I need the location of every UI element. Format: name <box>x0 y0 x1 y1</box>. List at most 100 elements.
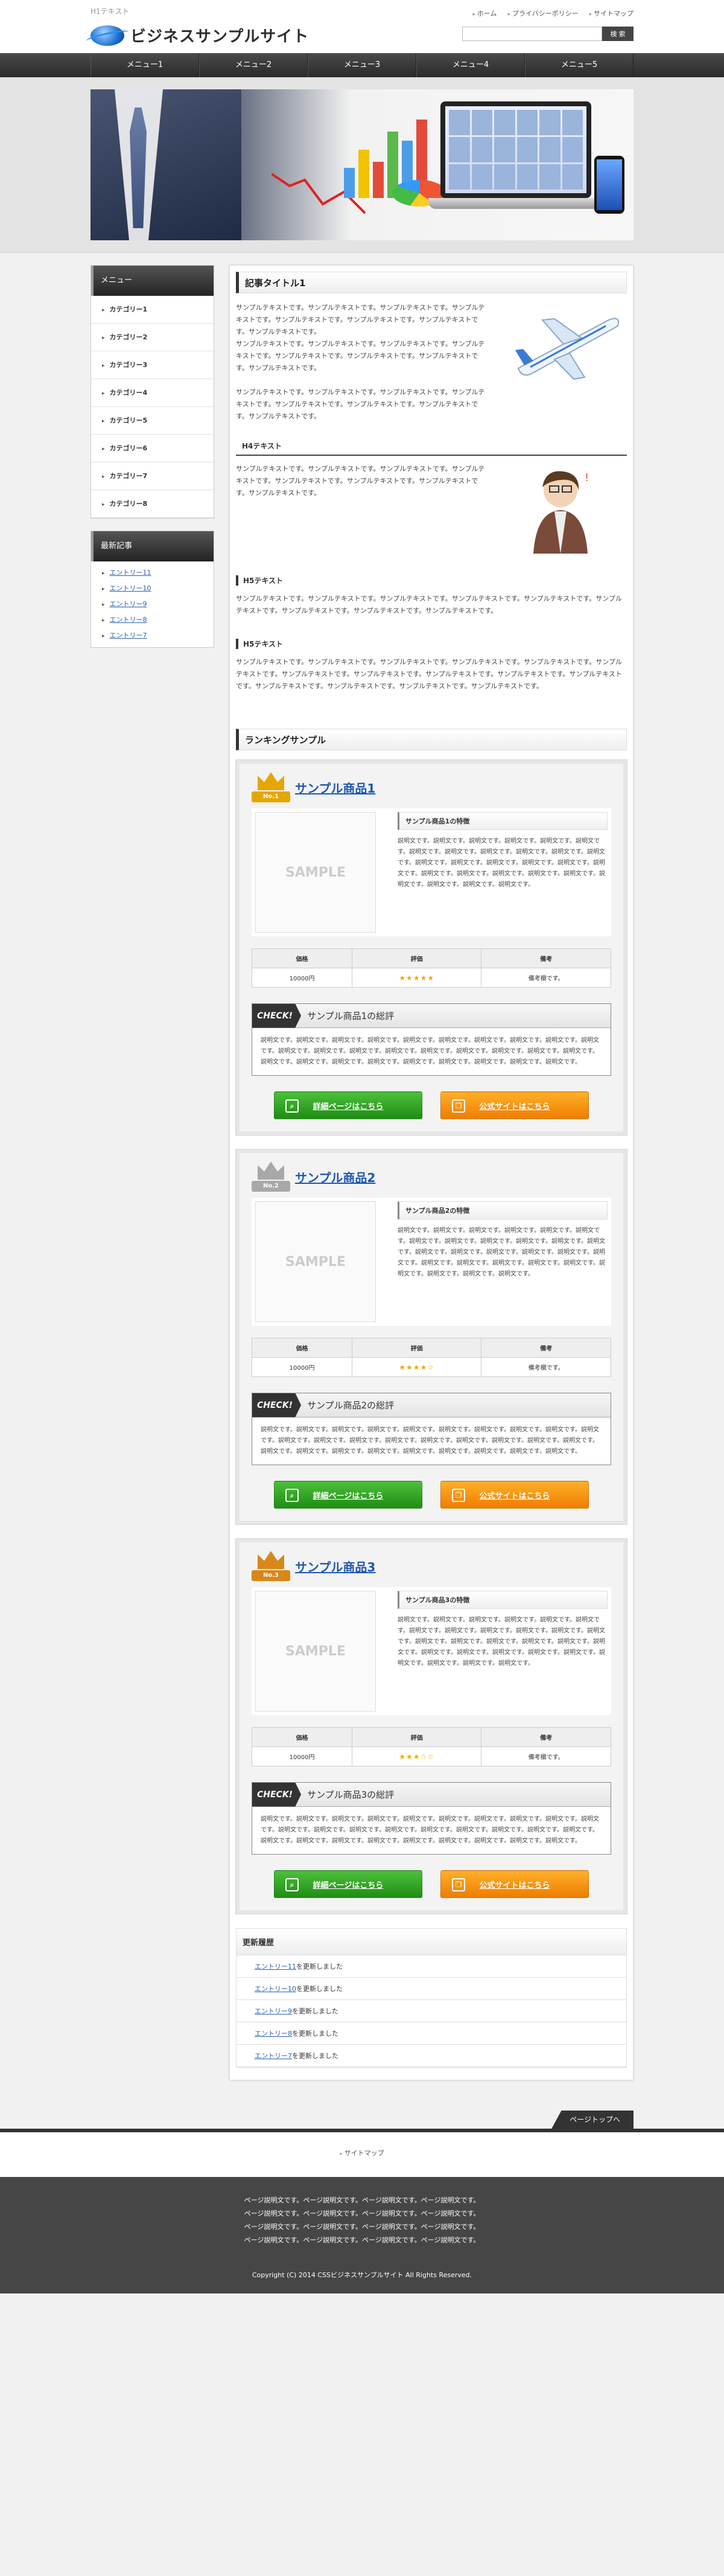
sidebar-item-category-1[interactable]: カテゴリー1 <box>91 296 214 324</box>
ranking-header: No.2 サンプル商品2 <box>252 1162 611 1192</box>
review-box: CHECK! サンプル商品1の総評 説明文です。説明文です。説明文です。説明文です… <box>252 1003 611 1076</box>
new-entry-link[interactable]: エントリー11 <box>110 569 151 577</box>
sidebar: メニュー カテゴリー1 カテゴリー2 カテゴリー3 カテゴリー4 カテゴリー5 … <box>91 265 214 660</box>
window-icon: ❐ <box>452 1878 465 1891</box>
sidebar-new-entries: 最新記事 エントリー11 エントリー10 エントリー9 エントリー8 エントリー… <box>91 531 214 648</box>
new-entry-link[interactable]: エントリー9 <box>110 600 147 608</box>
update-item: エントリー7を更新しました <box>237 2045 626 2067</box>
product-image[interactable]: SAMPLE <box>255 1591 376 1711</box>
update-entry-link[interactable]: エントリー8 <box>255 2030 292 2037</box>
svg-text:!: ! <box>585 471 589 484</box>
review-title: サンプル商品1の総評 <box>307 1011 395 1021</box>
rank-badge: No.3 <box>252 1570 290 1581</box>
th-price: 価格 <box>251 1727 353 1747</box>
new-entry-link[interactable]: エントリー10 <box>110 584 151 592</box>
product-name-link[interactable]: サンプル商品1 <box>295 779 375 796</box>
paragraph: サンプルテキストです。サンプルテキストです。サンプルテキストです。サンプルテキス… <box>236 304 485 336</box>
update-entry-link[interactable]: エントリー11 <box>255 1963 296 1970</box>
h1-text: H1テキスト <box>91 7 130 16</box>
spec-table: 価格 評価 備考 10000円 ★★★★☆ 備考欄です。 <box>251 1338 611 1377</box>
detail-page-button[interactable]: ⌕ 詳細ページはこちら <box>274 1870 422 1898</box>
product-name-link[interactable]: サンプル商品3 <box>295 1558 375 1575</box>
price-cell: 10000円 <box>251 1747 353 1766</box>
update-entry-link[interactable]: エントリー7 <box>255 2052 292 2060</box>
footer-sitemap-link[interactable]: サイトマップ <box>340 2149 384 2157</box>
gnav-item-3[interactable]: メニュー3 <box>308 53 416 77</box>
update-history-title: 更新履歴 <box>237 1929 626 1955</box>
update-entry-link[interactable]: エントリー10 <box>255 1985 296 1993</box>
top-link-privacy[interactable]: プライバシーポリシー <box>507 8 579 18</box>
ranking-list: No.1 サンプル商品1 SAMPLE サンプル商品1の特徴 説明文です。説明文… <box>235 759 627 1914</box>
official-site-button[interactable]: ❐ 公式サイトはこちら <box>440 1870 589 1898</box>
search-form: 検 索 <box>462 27 634 41</box>
new-entry-link[interactable]: エントリー8 <box>110 616 147 624</box>
official-site-button[interactable]: ❐ 公式サイトはこちら <box>440 1481 589 1509</box>
update-item: エントリー11を更新しました <box>237 1955 626 1978</box>
sidebar-item-category-3[interactable]: カテゴリー3 <box>91 351 214 379</box>
th-note: 備考 <box>481 948 611 968</box>
review-title: サンプル商品2の総評 <box>307 1400 395 1411</box>
top-link-sitemap[interactable]: サイトマップ <box>589 8 634 18</box>
footer-nav: サイトマップ <box>0 2129 724 2177</box>
official-site-button[interactable]: ❐ 公式サイトはこちら <box>440 1091 589 1119</box>
detail-page-button[interactable]: ⌕ 詳細ページはこちら <box>274 1091 422 1119</box>
gnav-item-2[interactable]: メニュー2 <box>199 53 308 77</box>
paragraph: サンプルテキストです。サンプルテキストです。サンプルテキストです。サンプルテキス… <box>236 595 622 615</box>
check-label: CHECK! <box>252 1782 302 1807</box>
gnav-item-4[interactable]: メニュー4 <box>416 53 525 77</box>
h4-heading: H4テキスト <box>236 441 627 456</box>
review-box: CHECK! サンプル商品3の総評 説明文です。説明文です。説明文です。説明文です… <box>252 1782 611 1855</box>
update-text: を更新しました <box>292 2030 338 2037</box>
update-entry-link[interactable]: エントリー9 <box>255 2007 292 2015</box>
paragraph: サンプルテキストです。サンプルテキストです。サンプルテキストです。サンプルテキス… <box>236 658 622 690</box>
hero-image <box>91 89 634 240</box>
person-illustration: ! <box>533 471 589 554</box>
sidebar-item-category-2[interactable]: カテゴリー2 <box>91 324 214 351</box>
note-cell: 備考欄です。 <box>481 1357 611 1377</box>
site-logo[interactable]: ビジネスサンプルサイト <box>91 24 309 46</box>
search-button[interactable]: 検 索 <box>602 27 634 41</box>
features-title: サンプル商品2の特徴 <box>398 1201 608 1219</box>
star-rating-icon: ★★★★★ <box>399 973 435 982</box>
update-item: エントリー9を更新しました <box>237 2000 626 2022</box>
top-link-home[interactable]: ホーム <box>472 8 497 18</box>
magnifier-icon: ⌕ <box>285 1099 299 1113</box>
th-note: 備考 <box>481 1338 611 1358</box>
paragraph: サンプルテキストです。サンプルテキストです。サンプルテキストです。サンプルテキス… <box>236 388 485 420</box>
article-title: 記事タイトル1 <box>236 272 627 293</box>
laptop-illustration <box>440 101 591 198</box>
star-rating-icon: ★★★★☆ <box>399 1363 435 1372</box>
gnav-item-5[interactable]: メニュー5 <box>525 53 634 77</box>
globe-logo-icon <box>91 25 124 46</box>
official-button-label: 公式サイトはこちら <box>479 1491 550 1501</box>
main-visual <box>0 77 724 253</box>
sidebar-item-category-7[interactable]: カテゴリー7 <box>91 462 214 490</box>
detail-page-button[interactable]: ⌕ 詳細ページはこちら <box>274 1481 422 1509</box>
paragraph: サンプルテキストです。サンプルテキストです。サンプルテキストです。サンプルテキス… <box>236 465 485 497</box>
product-name-link[interactable]: サンプル商品2 <box>295 1168 375 1186</box>
review-text: 説明文です。説明文です。説明文です。説明文です。説明文です。説明文です。説明文で… <box>261 1427 599 1455</box>
product-image[interactable]: SAMPLE <box>255 812 376 933</box>
airplane-illustration <box>515 318 619 380</box>
magnifier-icon: ⌕ <box>285 1878 299 1891</box>
sidebar-item-category-4[interactable]: カテゴリー4 <box>91 379 214 407</box>
sidebar-menu: メニュー カテゴリー1 カテゴリー2 カテゴリー3 カテゴリー4 カテゴリー5 … <box>91 265 214 519</box>
update-text: を更新しました <box>292 2052 338 2060</box>
businessman-illustration <box>91 89 241 240</box>
new-entry-link[interactable]: エントリー7 <box>110 631 147 639</box>
gnav-item-1[interactable]: メニュー1 <box>91 53 199 77</box>
footer-desc: ページ説明文です。ページ説明文です。ページ説明文です。ページ説明文です。 <box>244 2223 480 2231</box>
features-title: サンプル商品3の特徴 <box>398 1591 608 1609</box>
window-icon: ❐ <box>452 1099 465 1113</box>
ranking-box: No.1 サンプル商品1 SAMPLE サンプル商品1の特徴 説明文です。説明文… <box>235 759 627 1136</box>
sidebar-item-category-6[interactable]: カテゴリー6 <box>91 435 214 462</box>
update-item: エントリー8を更新しました <box>237 2022 626 2045</box>
update-history: 更新履歴 エントリー11を更新しました エントリー10を更新しました エントリー9を… <box>236 1928 627 2068</box>
features-text: 説明文です。説明文です。説明文です。説明文です。説明文です。説明文です。説明文で… <box>398 1617 605 1667</box>
search-input[interactable] <box>462 27 602 41</box>
sidebar-item-category-8[interactable]: カテゴリー8 <box>91 490 214 518</box>
pagetop-button[interactable]: ページトップへ <box>551 2111 634 2129</box>
product-image[interactable]: SAMPLE <box>255 1201 376 1322</box>
sidebar-item-category-5[interactable]: カテゴリー5 <box>91 407 214 435</box>
note-cell: 備考欄です。 <box>481 968 611 988</box>
